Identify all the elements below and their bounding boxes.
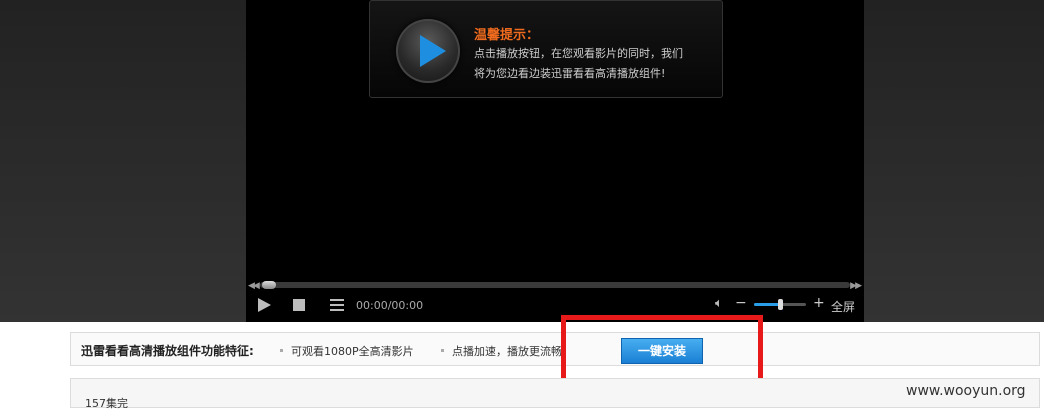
feature-item: 点播加速，播放更流畅 <box>441 343 562 359</box>
rewind-icon[interactable]: ◀◀ <box>248 281 260 291</box>
volume-icon[interactable]: 🔈︎ <box>715 297 723 311</box>
time-display: 00:00/00:00 <box>356 299 424 312</box>
fast-forward-icon[interactable]: ▶▶ <box>850 281 862 291</box>
notice-title: 温馨提示： <box>474 28 540 43</box>
feature-bar: 迅雷看看高清播放组件功能特征: 可观看1080P全高清影片 点播加速，播放更流畅… <box>70 332 1040 366</box>
notice-line-2: 将为您边看边装迅雷看看高清播放组件! <box>474 67 666 80</box>
watermark: www.wooyun.org <box>906 383 1026 399</box>
volume-up-button[interactable]: + <box>813 295 825 311</box>
progress-handle[interactable] <box>262 281 276 289</box>
notice-text: 点击播放按钮，在您观看影片的同时，我们 将为您边看边装迅雷看看高清播放组件! <box>474 44 714 84</box>
highlight-box <box>561 315 763 383</box>
volume-handle[interactable] <box>778 299 783 310</box>
fullscreen-button[interactable]: 全屏 <box>831 298 855 315</box>
feature-title: 迅雷看看高清播放组件功能特征: <box>81 344 254 358</box>
progress-bar[interactable] <box>260 282 850 288</box>
playlist-icon[interactable] <box>330 299 344 311</box>
play-icon[interactable] <box>258 298 271 312</box>
notice-panel: 温馨提示： 点击播放按钮，在您观看影片的同时，我们 将为您边看边装迅雷看看高清播… <box>369 0 723 98</box>
feature-item: 可观看1080P全高清影片 <box>280 343 414 359</box>
volume-down-button[interactable]: − <box>735 295 747 311</box>
play-icon <box>420 35 446 67</box>
episode-status: 157集完 <box>85 397 128 410</box>
big-play-button[interactable] <box>396 19 460 83</box>
stop-icon[interactable] <box>293 299 305 311</box>
video-player[interactable]: 温馨提示： 点击播放按钮，在您观看影片的同时，我们 将为您边看边装迅雷看看高清播… <box>246 0 864 322</box>
notice-line-1: 点击播放按钮，在您观看影片的同时，我们 <box>474 47 683 60</box>
